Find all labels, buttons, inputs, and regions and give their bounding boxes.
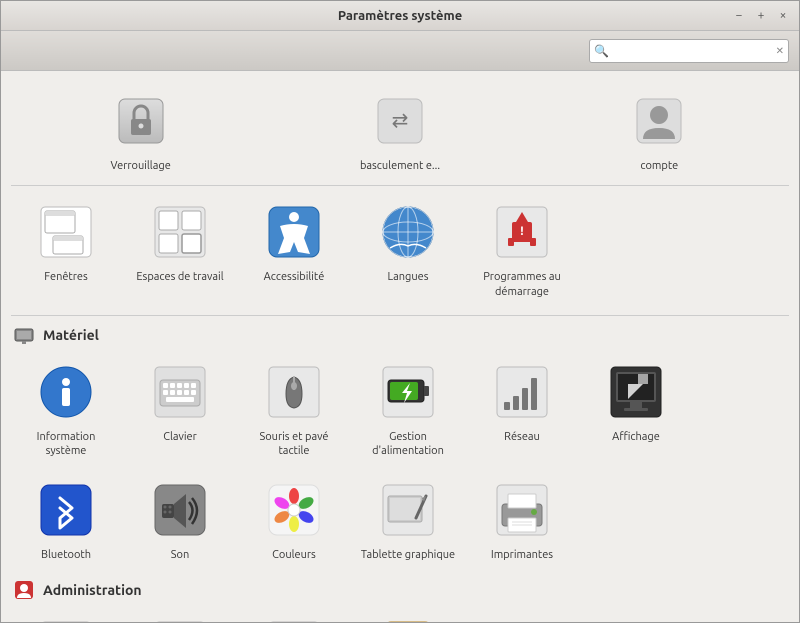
icon-item-programmes[interactable]: ! Programmes au démarrage <box>467 192 577 307</box>
icon-item-bluetooth[interactable]: Bluetooth <box>11 470 121 570</box>
compte-icon <box>627 89 691 153</box>
materiel-section-icon <box>13 324 35 346</box>
basculement-label: basculement e... <box>360 159 440 173</box>
accessibilite-icon <box>262 200 326 264</box>
icon-item-alimentation[interactable]: Gestion d'alimentation <box>353 352 463 467</box>
espaces-label: Espaces de travail <box>136 270 223 284</box>
compte-label: compte <box>640 159 678 173</box>
top-partial-row: Verrouillage ⇄ basculement e... <box>11 77 789 186</box>
alimentation-label: Gestion d'alimentation <box>357 430 459 459</box>
icon-item-compte[interactable]: compte <box>604 81 714 181</box>
icon-item-accessibilite[interactable]: Accessibilité <box>239 192 349 307</box>
icon-item-affichage[interactable]: Affichage <box>581 352 691 467</box>
titlebar: Paramètres système − + × <box>1 1 799 31</box>
search-input[interactable] <box>612 44 776 58</box>
fenetres-label: Fenêtres <box>44 270 88 284</box>
sources-maj-icon <box>262 615 326 622</box>
icon-item-espaces[interactable]: Espaces de travail <box>125 192 235 307</box>
programmes-icon: ! <box>490 200 554 264</box>
icon-item-info-systeme[interactable]: Information système <box>11 352 121 467</box>
verrouillage-icon <box>109 89 173 153</box>
couleurs-label: Couleurs <box>272 548 316 562</box>
utilisateurs-icon <box>376 615 440 622</box>
materiel-icons-grid: Information système <box>11 352 789 571</box>
clavier-label: Clavier <box>163 430 197 444</box>
personal-icons-grid: Fenêtres Espaces de travail <box>11 192 789 316</box>
alimentation-icon <box>376 360 440 424</box>
icon-item-langues[interactable]: Langues <box>353 192 463 307</box>
icon-item-pilotes[interactable]: Pilotes de périphériques <box>125 607 235 622</box>
souris-label: Souris et pavé tactile <box>243 430 345 459</box>
window-controls: − + × <box>731 8 791 24</box>
icon-item-clavier[interactable]: Clavier <box>125 352 235 467</box>
icon-item-couleurs[interactable]: Couleurs <box>239 470 349 570</box>
icon-item-imprimantes[interactable]: Imprimantes <box>467 470 577 570</box>
reseau-label: Réseau <box>504 430 540 444</box>
icon-item-sources-maj[interactable]: Sources de mise à jour <box>239 607 349 622</box>
icon-item-verrouillage[interactable]: Verrouillage <box>86 81 196 181</box>
icon-item-souris[interactable]: Souris et pavé tactile <box>239 352 349 467</box>
window-title: Paramètres système <box>69 9 731 23</box>
verrouillage-label: Verrouillage <box>111 159 171 173</box>
bluetooth-label: Bluetooth <box>41 548 91 562</box>
administration-icons-grid: Écran de connexion <box>11 607 789 622</box>
icon-item-fenetres[interactable]: Fenêtres <box>11 192 121 307</box>
reseau-icon <box>490 360 554 424</box>
affichage-label: Affichage <box>612 430 660 444</box>
icon-item-son[interactable]: Son <box>125 470 235 570</box>
imprimantes-icon <box>490 478 554 542</box>
bluetooth-icon <box>34 478 98 542</box>
maximize-button[interactable]: + <box>753 8 769 24</box>
affichage-icon <box>604 360 668 424</box>
basculement-icon: ⇄ <box>368 89 432 153</box>
main-content: Verrouillage ⇄ basculement e... <box>1 71 799 622</box>
search-icon: 🔍 <box>594 44 609 58</box>
materiel-section-header: Matériel <box>13 324 789 346</box>
search-box: 🔍 ✕ <box>589 39 789 63</box>
langues-icon <box>376 200 440 264</box>
son-icon <box>148 478 212 542</box>
icon-item-tablette[interactable]: Tablette graphique <box>353 470 463 570</box>
tablette-label: Tablette graphique <box>361 548 455 562</box>
couleurs-icon <box>262 478 326 542</box>
son-label: Son <box>171 548 189 562</box>
info-systeme-icon <box>34 360 98 424</box>
search-clear-button[interactable]: ✕ <box>776 45 784 57</box>
info-systeme-label: Information système <box>15 430 117 459</box>
icon-item-ecran-connexion[interactable]: Écran de connexion <box>11 607 121 622</box>
minimize-button[interactable]: − <box>731 8 747 24</box>
materiel-label: Matériel <box>43 327 99 343</box>
administration-section-icon <box>13 579 35 601</box>
pilotes-icon <box>148 615 212 622</box>
fenetres-icon <box>34 200 98 264</box>
toolbar: 🔍 ✕ <box>1 31 799 71</box>
svg-text:⇄: ⇄ <box>392 108 409 131</box>
accessibilite-label: Accessibilité <box>264 270 325 284</box>
icon-item-basculement[interactable]: ⇄ basculement e... <box>345 81 455 181</box>
programmes-label: Programmes au démarrage <box>471 270 573 299</box>
espaces-icon <box>148 200 212 264</box>
souris-icon <box>262 360 326 424</box>
administration-label: Administration <box>43 582 142 598</box>
icon-item-utilisateurs[interactable]: Utilisateurs et groupes <box>353 607 463 622</box>
close-button[interactable]: × <box>775 8 791 24</box>
langues-label: Langues <box>388 270 429 284</box>
ecran-connexion-icon <box>34 615 98 622</box>
svg-text:!: ! <box>520 225 523 238</box>
administration-section-header: Administration <box>13 579 789 601</box>
imprimantes-label: Imprimantes <box>491 548 553 562</box>
icon-item-reseau[interactable]: Réseau <box>467 352 577 467</box>
system-settings-window: Paramètres système − + × 🔍 ✕ <box>0 0 800 623</box>
clavier-icon <box>148 360 212 424</box>
tablette-icon <box>376 478 440 542</box>
